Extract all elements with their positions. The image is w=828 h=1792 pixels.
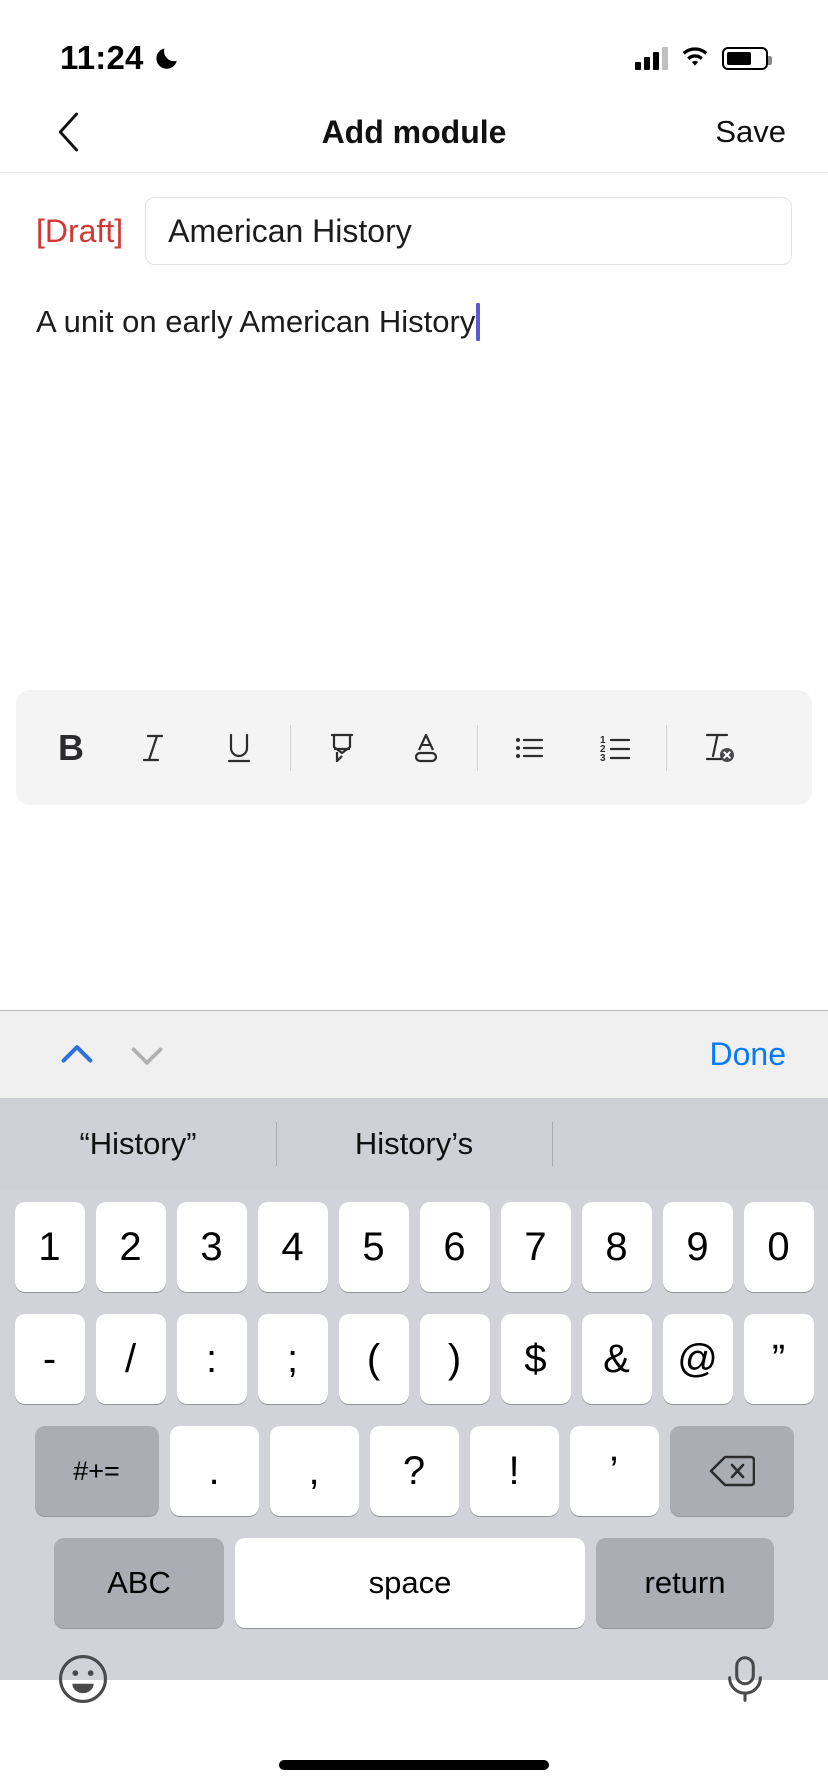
module-title-input[interactable]: American History [145,197,792,265]
chevron-up-icon [58,1036,96,1074]
chevron-down-icon [128,1036,166,1074]
key-2[interactable]: 2 [95,1202,166,1292]
module-description-editor[interactable]: A unit on early American History [0,300,828,344]
keyboard-row-punctuation: #+= . , ? ! ’ [6,1426,822,1516]
text-color-button[interactable] [395,717,457,779]
draft-badge: [Draft] [36,212,124,249]
underline-icon [222,731,256,765]
page-title: Add module [321,113,507,150]
bold-button[interactable]: B [40,717,102,779]
status-time: 11:24 [60,39,144,76]
cellular-signal-icon [635,46,668,70]
nav-divider [0,172,828,173]
back-button[interactable] [40,104,96,160]
bulleted-list-button[interactable] [498,717,560,779]
key-comma[interactable]: , [269,1426,359,1516]
key-5[interactable]: 5 [338,1202,409,1292]
numbered-list-icon: 1 2 3 [597,730,633,766]
dictation-button[interactable] [714,1648,776,1710]
prediction-bar: “History” History’s [0,1098,828,1190]
key-period[interactable]: . [169,1426,259,1516]
italic-icon [138,731,172,765]
previous-field-button[interactable] [42,1020,112,1090]
keyboard-row-bottom: ABC space return [6,1538,822,1628]
keyboard-done-button[interactable]: Done [710,1036,787,1073]
keyboard-row-numbers: 1 2 3 4 5 6 7 8 9 0 [6,1202,822,1292]
key-apostrophe[interactable]: ’ [569,1426,659,1516]
highlighter-icon [324,730,360,766]
prediction-item[interactable]: “History” [0,1126,276,1162]
text-caret [476,303,481,341]
toolbar-divider [477,724,478,771]
numbered-list-button[interactable]: 1 2 3 [584,717,646,779]
key-9[interactable]: 9 [662,1202,733,1292]
key-at[interactable]: @ [662,1314,733,1404]
key-close-paren[interactable]: ) [419,1314,490,1404]
module-title-value: American History [168,212,412,249]
key-hyphen[interactable]: - [14,1314,85,1404]
module-title-row: [Draft] American History [0,196,828,266]
toolbar-divider [290,724,291,771]
key-semicolon[interactable]: ; [257,1314,328,1404]
key-slash[interactable]: / [95,1314,166,1404]
key-7[interactable]: 7 [500,1202,571,1292]
key-4[interactable]: 4 [257,1202,328,1292]
next-field-button[interactable] [112,1020,182,1090]
toolbar-divider [666,724,667,771]
key-question[interactable]: ? [369,1426,459,1516]
key-colon[interactable]: : [176,1314,247,1404]
key-space[interactable]: space [235,1538,585,1628]
chevron-left-icon [56,110,80,154]
key-ampersand[interactable]: & [581,1314,652,1404]
key-3[interactable]: 3 [176,1202,247,1292]
key-backspace[interactable] [669,1426,794,1516]
module-description-value: A unit on early American History [36,304,476,339]
key-abc[interactable]: ABC [54,1538,224,1628]
prediction-item[interactable]: History’s [276,1126,552,1162]
underline-button[interactable] [208,717,270,779]
screen: 11:24 Add module Save [Draft] American H… [0,0,828,1792]
highlighter-button[interactable] [311,717,373,779]
emoji-button[interactable] [52,1648,114,1710]
status-bar: 11:24 [0,0,828,92]
keyboard-row-symbols: - / : ; ( ) $ & @ ” [6,1314,822,1404]
key-6[interactable]: 6 [419,1202,490,1292]
microphone-icon [719,1653,771,1705]
key-return[interactable]: return [596,1538,774,1628]
nav-bar: Add module Save [0,92,828,172]
clear-formatting-button[interactable] [687,717,749,779]
save-button[interactable]: Save [715,114,786,150]
status-bar-right [635,46,772,70]
moon-icon [154,45,180,71]
key-0[interactable]: 0 [743,1202,814,1292]
rich-text-toolbar: B 1 2 3 [16,690,812,805]
keyboard: 1 2 3 4 5 6 7 8 9 0 - / : ; ( ) $ & @ ” … [0,1190,828,1703]
backspace-icon [709,1454,755,1488]
key-8[interactable]: 8 [581,1202,652,1292]
status-bar-left: 11:24 [60,39,180,77]
home-indicator [279,1760,549,1770]
svg-text:3: 3 [600,753,606,764]
keyboard-bottom-bar [6,1646,822,1710]
emoji-icon [57,1653,109,1705]
key-exclamation[interactable]: ! [469,1426,559,1516]
wifi-icon [680,46,710,70]
clear-formatting-icon [698,728,738,768]
key-symbols-toggle[interactable]: #+= [34,1426,159,1516]
battery-icon [722,46,772,70]
bulleted-list-icon [511,730,547,766]
key-open-paren[interactable]: ( [338,1314,409,1404]
key-quote[interactable]: ” [743,1314,814,1404]
keyboard-accessory-bar: Done [0,1010,828,1098]
bold-icon: B [58,726,84,768]
key-1[interactable]: 1 [14,1202,85,1292]
italic-button[interactable] [124,717,186,779]
key-dollar[interactable]: $ [500,1314,571,1404]
text-color-icon [408,730,444,766]
